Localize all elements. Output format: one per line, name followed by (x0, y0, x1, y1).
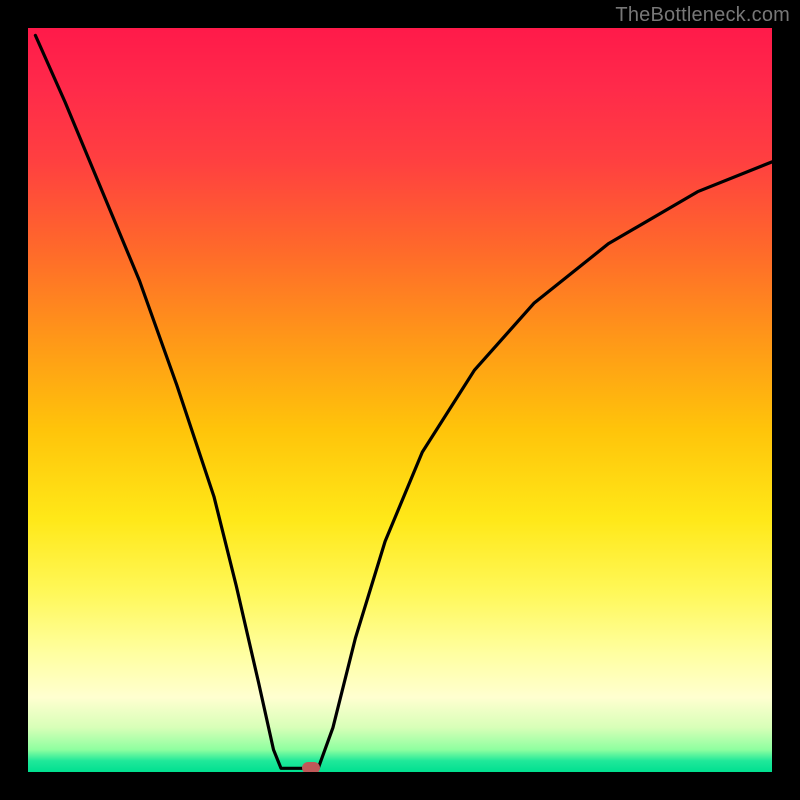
optimal-point-marker (302, 762, 320, 772)
watermark-text: TheBottleneck.com (615, 4, 790, 27)
bottleneck-curve (28, 28, 772, 772)
plot-area (28, 28, 772, 772)
chart-frame: TheBottleneck.com (0, 0, 800, 800)
